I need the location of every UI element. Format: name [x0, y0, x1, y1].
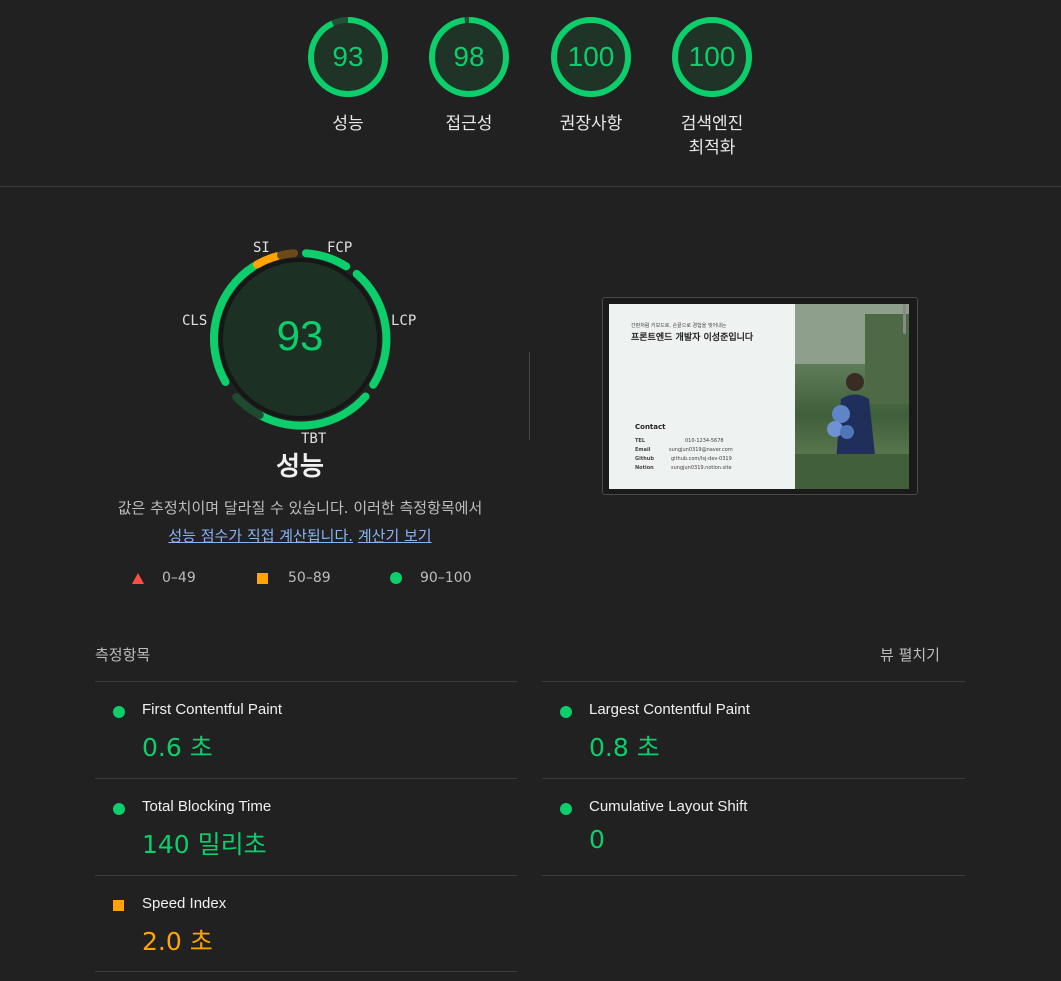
screenshot-row-key: Github	[635, 456, 654, 462]
legend-pass-label: 90–100	[420, 570, 472, 586]
gauge-score: 100	[688, 41, 736, 72]
expand-view-toggle[interactable]: 뷰 펼치기	[880, 644, 940, 665]
screenshot-row-value: sungjun0319@naver.com	[669, 447, 733, 453]
screenshot-row-value: sungjun0319.notion.site	[671, 465, 732, 471]
gauge-performance[interactable]: 93	[307, 16, 389, 98]
metric-title: Largest Contentful Paint	[589, 701, 750, 718]
legend-fail-label: 0–49	[162, 570, 196, 586]
metric-title: Speed Index	[142, 895, 227, 912]
legend-fail: 0–49	[132, 570, 196, 586]
pass-circle-icon	[113, 803, 125, 815]
person-illustration	[795, 304, 909, 489]
pass-circle-icon	[560, 706, 572, 718]
category-label-seo: 검색엔진 최적화	[652, 112, 772, 160]
metric-value: 0.8 초	[589, 733, 660, 762]
legend-average-label: 50–89	[288, 570, 331, 586]
screenshot-title: 프론트엔드 개발자 이성준입니다	[631, 333, 754, 343]
row-divider	[95, 971, 517, 972]
metric-value: 0	[589, 825, 605, 854]
tag-lcp: LCP	[391, 313, 417, 329]
gauge-score: 98	[453, 41, 485, 72]
description-text: 값은 추정치이며 달라질 수 있습니다. 이러한 측정항목에서	[117, 499, 483, 517]
metric-title: Cumulative Layout Shift	[589, 798, 748, 815]
metrics-heading: 측정항목	[95, 646, 151, 664]
legend-pass: 90–100	[390, 570, 472, 586]
category-label-accessibility: 접근성	[445, 114, 493, 134]
metric-value: 2.0 초	[142, 927, 213, 956]
gauge-score: 100	[567, 41, 615, 72]
screenshot-contact: Contact	[635, 423, 666, 431]
screenshot-row-key: TEL	[635, 438, 646, 444]
circle-icon	[390, 572, 402, 584]
segment-si-remainder	[277, 249, 298, 260]
tag-si: SI	[253, 240, 270, 256]
average-square-icon	[113, 900, 124, 911]
screenshot-row-value: 010-1234-5678	[685, 438, 724, 444]
metric-cls: Cumulative Layout Shift 0	[542, 779, 962, 875]
pass-circle-icon	[113, 706, 125, 718]
gauge-score: 93	[332, 41, 364, 72]
metric-value: 0.6 초	[142, 733, 213, 762]
gauge-seo[interactable]: 100	[671, 16, 753, 98]
score-calculation-link[interactable]: 성능 점수가 직접 계산됩니다.	[168, 527, 353, 545]
performance-score: 93	[276, 312, 324, 359]
row-divider	[542, 875, 965, 876]
section-divider	[0, 186, 1061, 187]
vertical-divider	[529, 352, 530, 440]
category-label-line2: 최적화	[688, 138, 736, 158]
screenshot-image: 간판처럼 키보드로, 손끝으로 경험을 빚어내는 프론트엔드 개발자 이성준입니…	[609, 304, 909, 489]
screenshot-row-value: github.com/lsj-dev-0319	[671, 456, 732, 462]
view-calculator-link[interactable]: 계산기 보기	[358, 527, 432, 545]
screenshot-row-key: Notion	[635, 465, 654, 471]
legend-average: 50–89	[257, 570, 331, 586]
final-screenshot[interactable]: 간판처럼 키보드로, 손끝으로 경험을 빚어내는 프론트엔드 개발자 이성준입니…	[602, 297, 918, 495]
tag-fcp: FCP	[327, 240, 353, 256]
metric-tbt: Total Blocking Time 140 밀리초	[95, 779, 515, 875]
category-label-best-practices: 권장사항	[559, 114, 623, 134]
profile-photo	[795, 304, 909, 489]
metric-title: Total Blocking Time	[142, 798, 272, 815]
performance-gauge: 93	[180, 232, 420, 452]
performance-title: 성능	[276, 452, 324, 482]
gauge-accessibility[interactable]: 98	[428, 16, 510, 98]
category-label-performance: 성능	[332, 114, 364, 134]
metric-si: Speed Index 2.0 초	[95, 876, 515, 972]
square-icon	[257, 572, 268, 584]
screenshot-row-key: Email	[635, 447, 651, 453]
tag-tbt: TBT	[301, 431, 327, 447]
gauge-best-practices[interactable]: 100	[550, 16, 632, 98]
category-label-line1: 검색엔진	[680, 114, 744, 134]
metric-fcp: First Contentful Paint 0.6 초	[95, 682, 515, 778]
screenshot-tagline: 간판처럼 키보드로, 손끝으로 경험을 빚어내는	[631, 323, 727, 329]
screenshot-scrollbar	[903, 304, 906, 334]
metric-title: First Contentful Paint	[142, 701, 283, 718]
metric-value: 140 밀리초	[142, 830, 267, 859]
metric-lcp: Largest Contentful Paint 0.8 초	[542, 682, 962, 778]
pass-circle-icon	[560, 803, 572, 815]
tag-cls: CLS	[182, 313, 208, 329]
performance-description: 값은 추정치이며 달라질 수 있습니다. 이러한 측정항목에서 성능 점수가 직…	[90, 494, 510, 550]
triangle-icon	[132, 572, 144, 584]
